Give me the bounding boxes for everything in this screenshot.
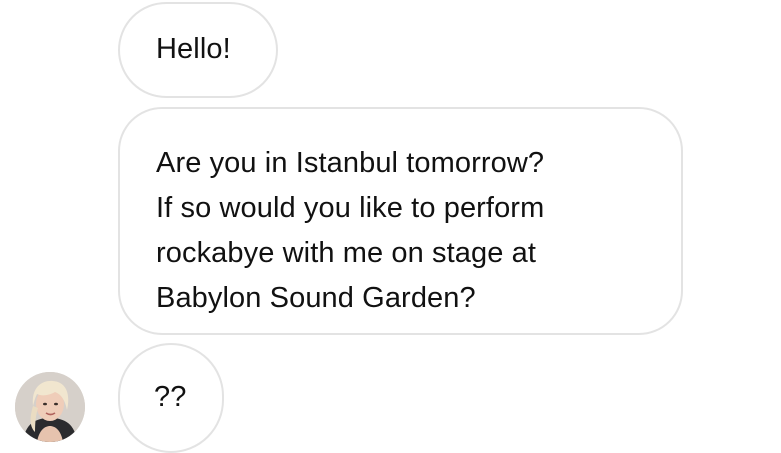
user-avatar-icon[interactable] <box>15 372 85 442</box>
message-bubble[interactable]: Hello! <box>118 2 278 98</box>
message-text: Hello! <box>156 33 231 65</box>
message-bubble[interactable]: Are you in Istanbul tomorrow? If so woul… <box>118 107 683 335</box>
message-text-line: rockabye with me on stage at <box>156 237 536 269</box>
message-text-line: Are you in Istanbul tomorrow? <box>156 147 545 179</box>
avatar-portrait <box>15 372 85 442</box>
message-bubble[interactable]: ?? <box>118 343 224 453</box>
message-text: ?? <box>154 381 187 413</box>
message-text-line: If so would you like to perform <box>156 192 545 224</box>
message-thread: Hello! Are you in Istanbul tomorrow? If … <box>0 0 781 453</box>
message-text-line: Babylon Sound Garden? <box>156 282 476 314</box>
